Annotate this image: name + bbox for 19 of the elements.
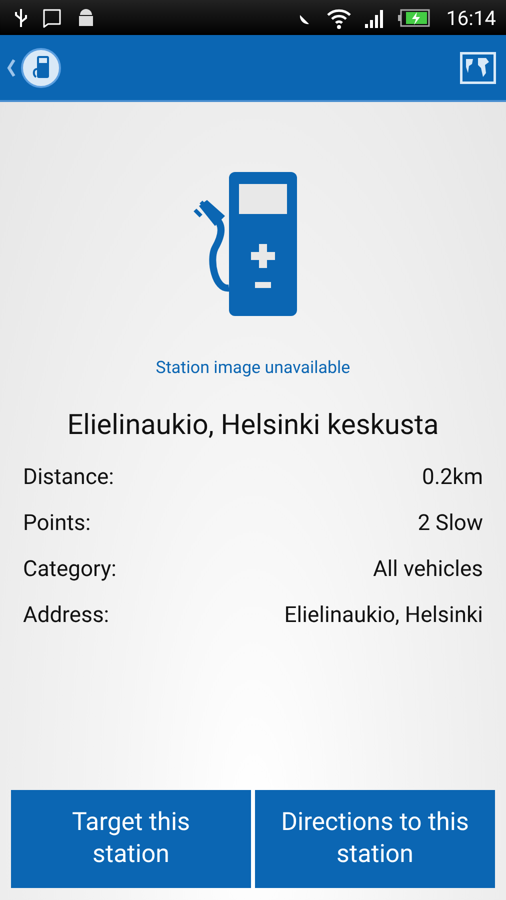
world-map-icon[interactable] [460,52,496,84]
detail-label: Points: [23,510,91,538]
battery-icon [398,8,430,26]
app-logo-icon[interactable] [20,46,62,88]
station-name: Elielinaukio, Helsinki keskusta [67,408,439,441]
station-action-button[interactable]: Directions to this station [255,790,495,888]
detail-label: Distance: [23,464,114,492]
wifi-icon [326,6,352,28]
back-chevron-icon[interactable] [6,58,16,78]
detail-value: 0.2km [422,464,483,492]
clock-time: 16:14 [446,6,496,30]
detail-value: Elielinaukio, Helsinki [284,602,483,630]
image-caption: Station image unavailable [156,358,350,378]
usb-icon [14,6,28,28]
detail-value: 2 Slow [418,510,483,538]
detail-label: Address: [23,602,110,630]
station-action-button[interactable]: Target this station [11,790,251,888]
detail-label: Category: [23,556,116,584]
detail-value: All vehicles [372,556,483,584]
